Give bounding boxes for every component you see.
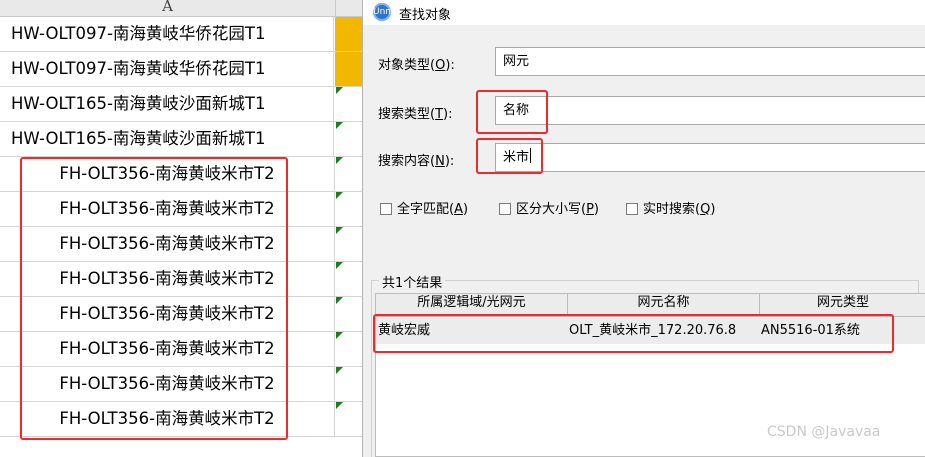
whole-word-box[interactable] — [380, 203, 392, 215]
search-type-select[interactable]: 名称 — [495, 96, 925, 125]
search-content-input[interactable]: 米市 — [495, 143, 925, 172]
result-row-annotation-box — [373, 314, 894, 353]
spreadsheet: A HW-OLT097-南海黄岐华侨花园T1 HW-OLT097-南海黄岐华侨花园… — [0, 0, 362, 457]
results-count-label: 共1个结果 — [379, 272, 446, 291]
table-row[interactable]: HW-OLT097-南海黄岐华侨花园T1 — [0, 52, 362, 87]
cell-b[interactable] — [335, 52, 362, 86]
cell-a[interactable]: HW-OLT097-南海黄岐华侨花园T1 — [0, 52, 334, 86]
search-content-annotation-box — [476, 138, 543, 174]
dialog-titlebar[interactable]: Unm 查找对象 — [363, 0, 925, 25]
cell-b[interactable] — [335, 17, 362, 51]
object-type-label: 对象类型(O): — [378, 58, 455, 73]
comment-marker-icon — [336, 157, 343, 164]
table-row[interactable]: HW-OLT165-南海黄岐沙面新城T1 — [0, 87, 362, 122]
comment-marker-icon — [336, 402, 343, 409]
object-type-select[interactable]: 网元 — [495, 47, 925, 76]
unm-icon: Unm — [373, 3, 394, 21]
comment-marker-icon — [336, 227, 343, 234]
match-case-box[interactable] — [499, 203, 511, 215]
realtime-search-checkbox[interactable]: 实时搜索(Q) — [626, 198, 715, 217]
column-header-a[interactable]: A — [0, 0, 335, 17]
table-row[interactable]: HW-OLT097-南海黄岐华侨花园T1 — [0, 17, 362, 52]
whole-word-checkbox[interactable]: 全字匹配(A) — [380, 198, 468, 217]
comment-marker-icon — [336, 367, 343, 374]
comment-marker-icon — [336, 332, 343, 339]
cell-a[interactable]: HW-OLT165-南海黄岐沙面新城T1 — [0, 87, 334, 121]
search-type-label: 搜索类型(T): — [378, 107, 453, 122]
cell-a[interactable]: HW-OLT165-南海黄岐沙面新城T1 — [0, 122, 334, 156]
dialog-title: 查找对象 — [399, 8, 452, 23]
comment-marker-icon — [336, 297, 343, 304]
realtime-search-box[interactable] — [626, 203, 638, 215]
table-row[interactable]: HW-OLT165-南海黄岐沙面新城T1 — [0, 122, 362, 157]
search-content-label: 搜索内容(N): — [378, 154, 455, 169]
find-object-dialog: Unm 查找对象 对象类型(O): 网元 搜索类型(T): 名称 搜索内容(N)… — [362, 0, 925, 457]
comment-marker-icon — [336, 192, 343, 199]
watermark: CSDN @Javavaa — [767, 424, 881, 440]
comment-marker-icon — [336, 262, 343, 269]
column-header-b[interactable] — [335, 0, 362, 17]
search-type-annotation-box — [476, 90, 548, 134]
cell-a[interactable]: HW-OLT097-南海黄岐华侨花园T1 — [0, 17, 334, 51]
match-case-checkbox[interactable]: 区分大小写(P) — [499, 198, 599, 217]
comment-marker-icon — [336, 87, 343, 94]
sheet-annotation-box — [20, 157, 288, 440]
comment-marker-icon — [336, 122, 343, 129]
